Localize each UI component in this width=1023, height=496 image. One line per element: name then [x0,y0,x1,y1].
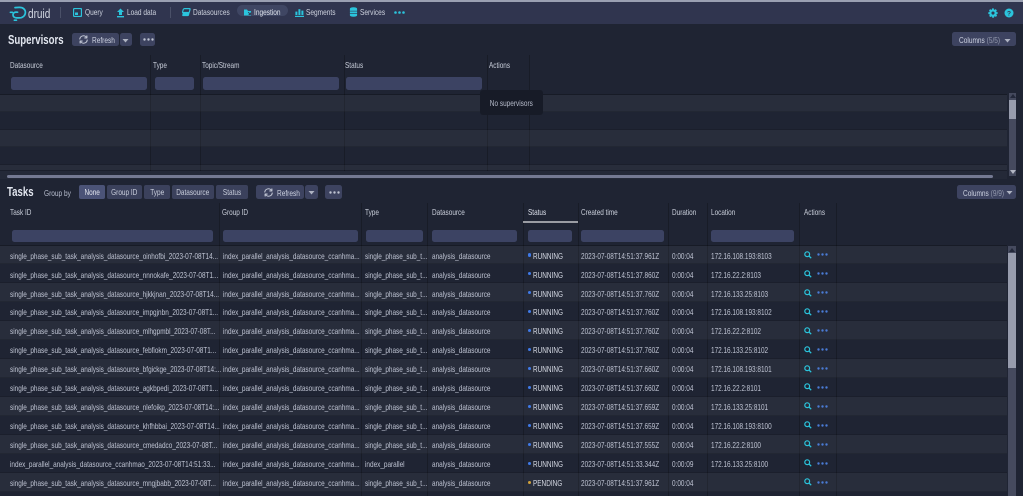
svg-text:?: ? [1007,10,1011,17]
